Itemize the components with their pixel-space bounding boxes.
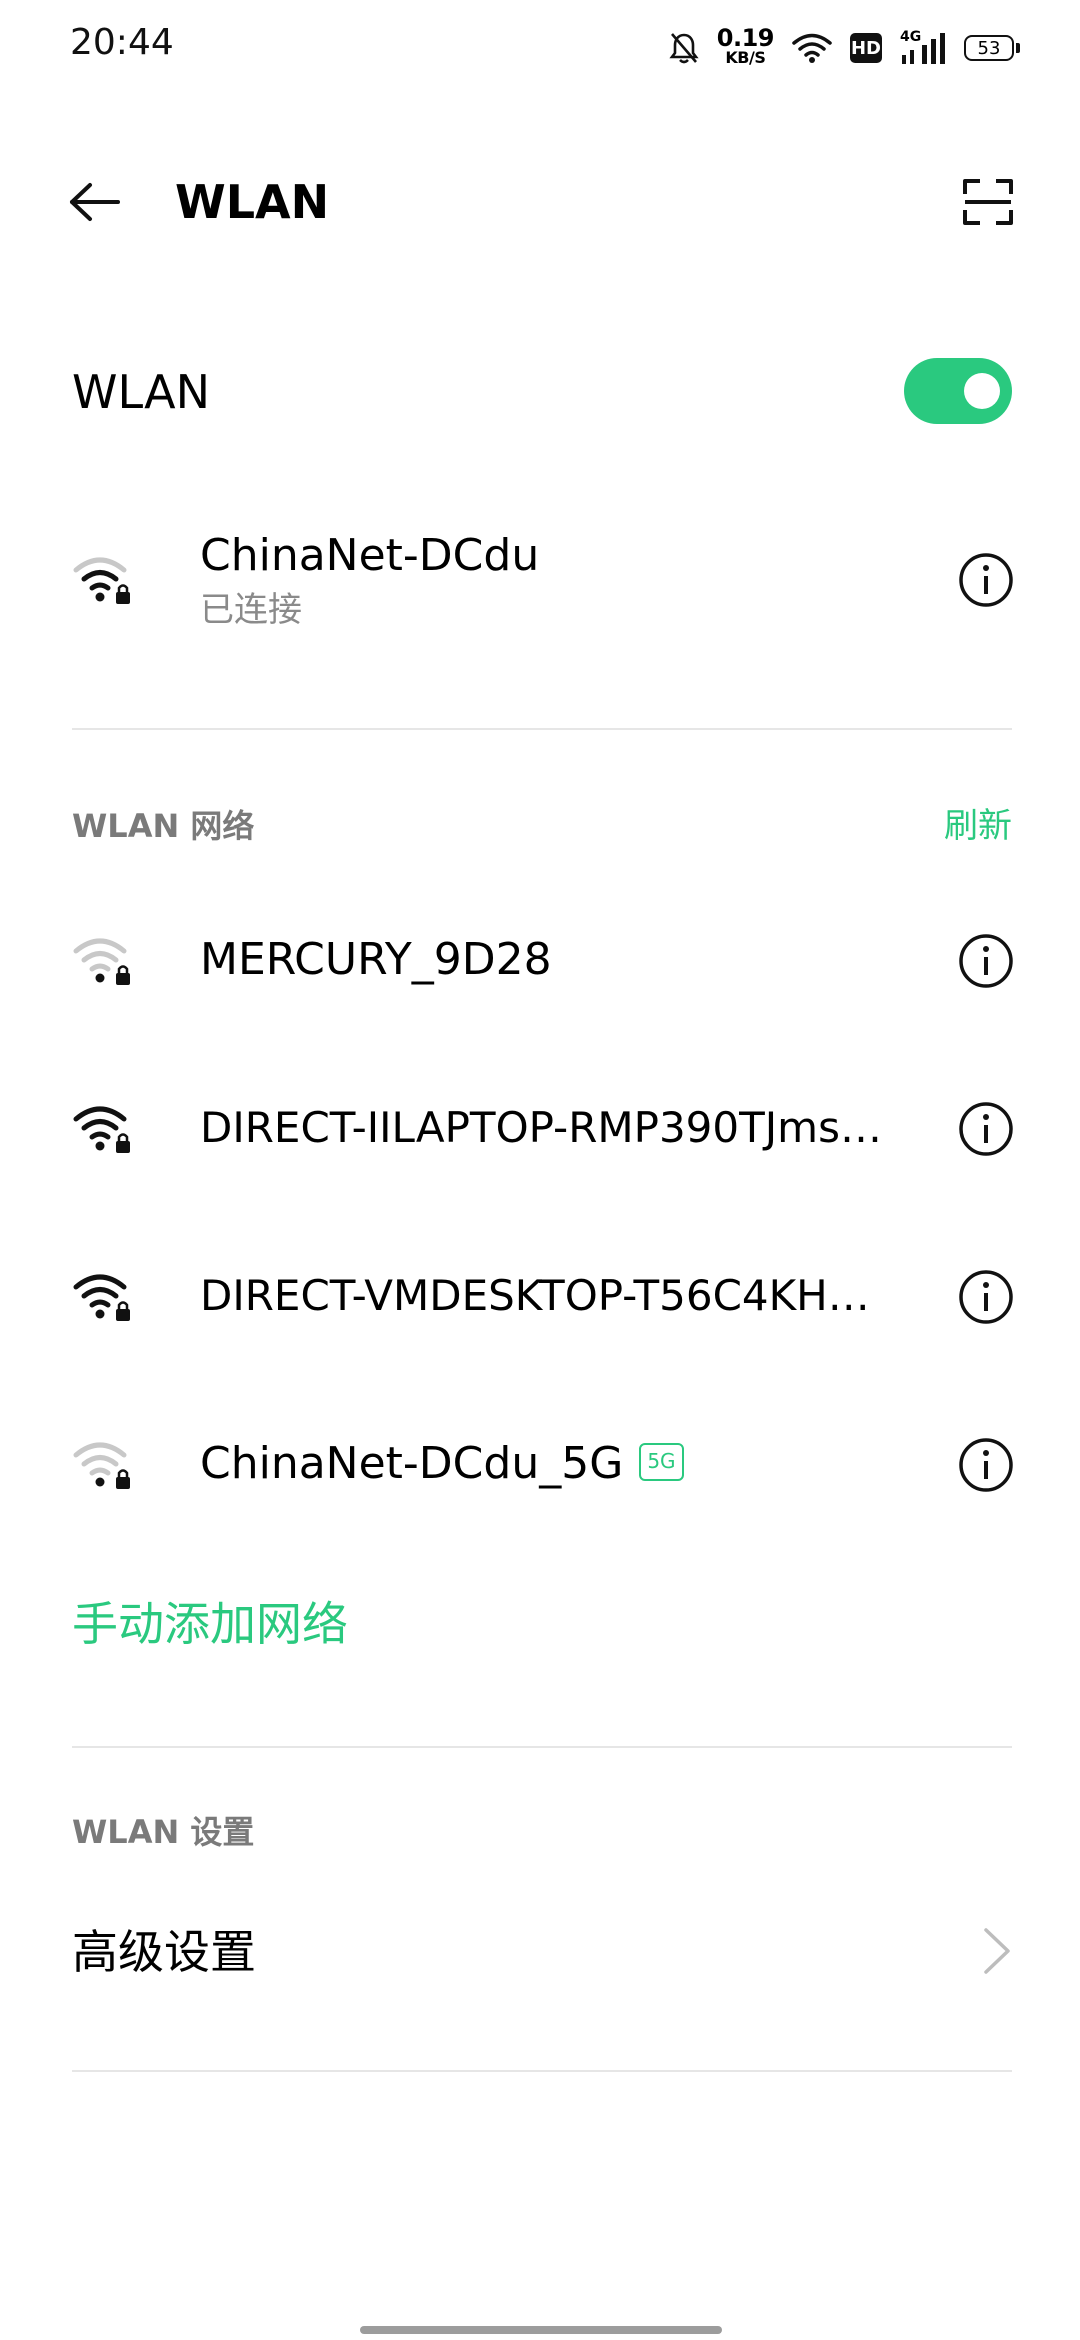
info-icon[interactable] (958, 1101, 1014, 1157)
connected-network-name: ChinaNet-DCdu (200, 530, 540, 581)
bell-off-icon (669, 33, 699, 64)
wlan-toggle-label: WLAN (72, 365, 211, 419)
info-icon[interactable] (958, 933, 1014, 989)
toggle-knob (964, 373, 1000, 409)
network-row-chinanet-5g[interactable]: ChinaNet-DCdu_5G 5G (0, 1409, 1080, 1521)
wlan-networks-header: WLAN 网络 (72, 807, 255, 845)
info-icon[interactable] (958, 552, 1014, 608)
chevron-right-icon (984, 1928, 1010, 1974)
divider (72, 1746, 1012, 1748)
advanced-settings-item[interactable]: 高级设置 (72, 1922, 256, 1982)
wifi-signal-medium-icon (73, 557, 130, 604)
network-row-mercury[interactable]: MERCURY_9D28 (0, 905, 1080, 1017)
wifi-signal-weak-icon (73, 938, 130, 985)
home-indicator[interactable] (360, 2326, 722, 2334)
qr-scan-icon (963, 179, 1013, 225)
connected-network-row[interactable]: ChinaNet-DCdu 已连接 (0, 520, 1080, 640)
wifi-signal-strong-icon (73, 1106, 130, 1153)
qr-scan-button[interactable] (956, 170, 1020, 234)
status-icons: 0.19 KB/S HD 4G 53 (669, 26, 1020, 70)
back-button[interactable] (62, 170, 126, 234)
network-name-with-badge: ChinaNet-DCdu_5G 5G (200, 1436, 684, 1492)
network-name: MERCURY_9D28 (200, 934, 552, 985)
refresh-button[interactable]: 刷新 (944, 804, 1012, 848)
cellular-signal-icon: 4G (900, 29, 946, 65)
info-icon[interactable] (958, 1437, 1014, 1493)
hd-icon: HD (850, 33, 882, 63)
wifi-signal-weak-icon (73, 1442, 130, 1489)
network-row-direct-laptop[interactable]: DIRECT-IILAPTOP-RMP390TJms… (0, 1073, 1080, 1185)
wifi-icon (792, 33, 832, 63)
status-time: 20:44 (70, 22, 174, 63)
info-icon[interactable] (958, 1269, 1014, 1325)
wifi-signal-strong-icon (73, 1274, 130, 1321)
divider (72, 2070, 1012, 2072)
back-arrow-icon (70, 183, 120, 221)
wlan-settings-header: WLAN 设置 (72, 1813, 255, 1851)
battery-level: 53 (964, 35, 1014, 61)
network-row-direct-desktop[interactable]: DIRECT-VMDESKTOP-T56C4KH… (0, 1241, 1080, 1353)
5g-badge: 5G (639, 1443, 684, 1481)
add-network-button[interactable]: 手动添加网络 (72, 1594, 348, 1654)
network-name: DIRECT-IILAPTOP-RMP390TJms… (200, 1103, 882, 1152)
page-title: WLAN (175, 175, 330, 229)
network-speed: 0.19 KB/S (716, 24, 775, 68)
connected-network-status: 已连接 (200, 590, 302, 630)
battery-icon: 53 (964, 35, 1020, 61)
divider (72, 728, 1012, 730)
network-name: DIRECT-VMDESKTOP-T56C4KH… (200, 1271, 870, 1320)
speed-value: 0.19 (716, 24, 775, 52)
network-name: ChinaNet-DCdu_5G (200, 1438, 624, 1489)
wlan-toggle-switch[interactable] (904, 358, 1012, 424)
